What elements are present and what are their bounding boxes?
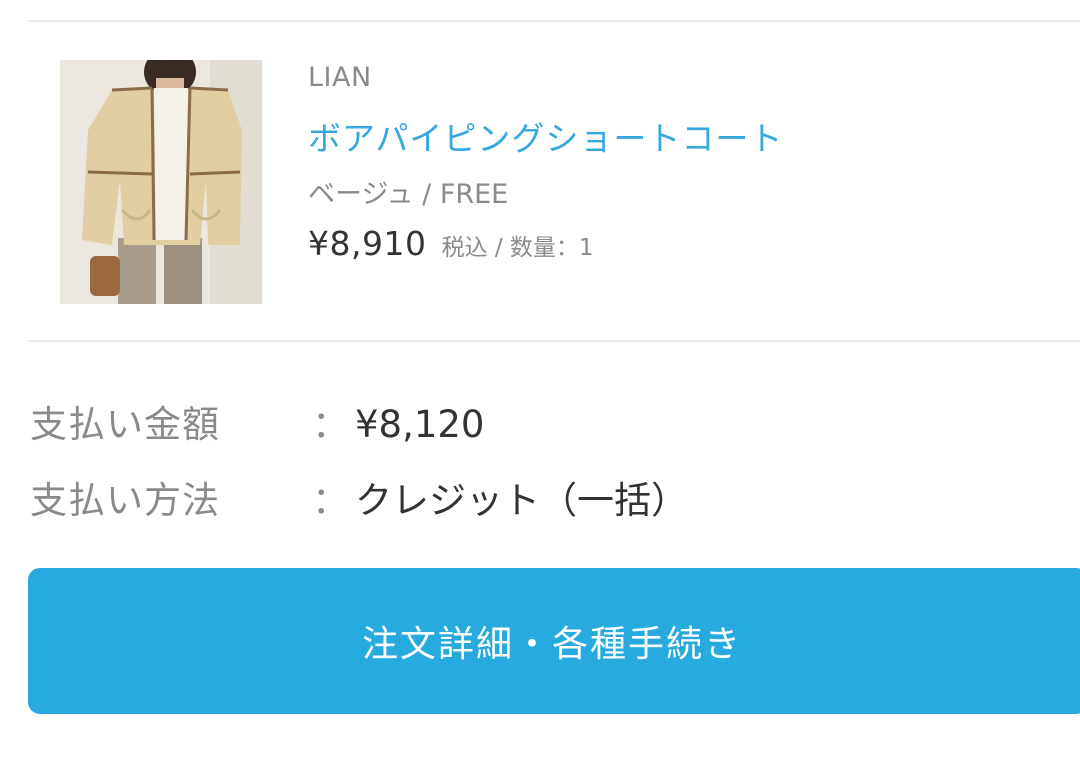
price-tax-quantity: 税込 / 数量：1: [441, 235, 594, 261]
payment-method-row: 支払い方法 ：クレジット（一括）: [30, 470, 688, 524]
payment-method-value: クレジット（一括）: [355, 479, 688, 522]
price-row: ¥8,910 税込 / 数量：1: [308, 224, 594, 263]
product-name-link[interactable]: ボアパイピングショートコート: [308, 112, 783, 160]
top-divider: [28, 20, 1080, 22]
middle-divider: [28, 340, 1080, 342]
order-details-button[interactable]: 注文詳細・各種手続き: [28, 568, 1080, 714]
payment-method-colon: ：: [312, 479, 349, 522]
payment-amount-colon: ：: [312, 403, 349, 446]
product-brand: LIAN: [308, 62, 372, 93]
product-variant: ベージュ / FREE: [308, 179, 509, 210]
payment-amount-value: ¥8,120: [355, 403, 485, 446]
payment-method-label: 支払い方法: [30, 479, 220, 522]
beige-coat-photo-icon: [60, 60, 262, 304]
order-summary-page: LIAN ボアパイピングショートコート ベージュ / FREE ¥8,910 税…: [0, 0, 1080, 764]
product-thumbnail[interactable]: [60, 60, 262, 304]
product-price: ¥8,910: [308, 224, 427, 263]
payment-amount-row: 支払い金額 ： ¥8,120: [30, 394, 484, 448]
payment-amount-label: 支払い金額: [30, 403, 220, 446]
